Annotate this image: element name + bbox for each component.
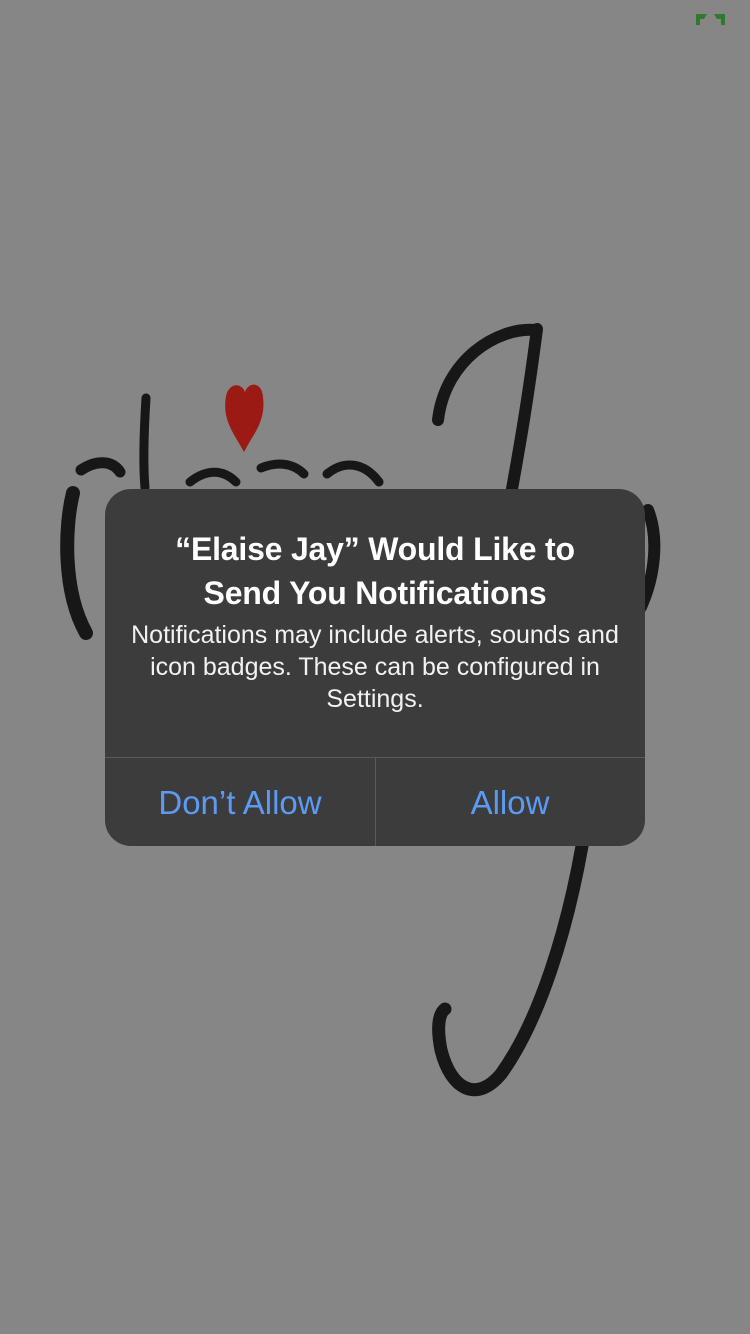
allow-button[interactable]: Allow: [375, 758, 645, 846]
heart-icon: [225, 384, 264, 452]
alert-actions: Don’t Allow Allow: [105, 757, 645, 846]
app-screen: “Elaise Jay” Would Like to Send You Noti…: [0, 0, 750, 1334]
notification-permission-alert: “Elaise Jay” Would Like to Send You Noti…: [105, 489, 645, 846]
alert-message: Notifications may include alerts, sounds…: [131, 621, 619, 713]
dont-allow-button[interactable]: Don’t Allow: [105, 758, 375, 846]
alert-title: “Elaise Jay” Would Like to Send You Noti…: [175, 531, 575, 611]
